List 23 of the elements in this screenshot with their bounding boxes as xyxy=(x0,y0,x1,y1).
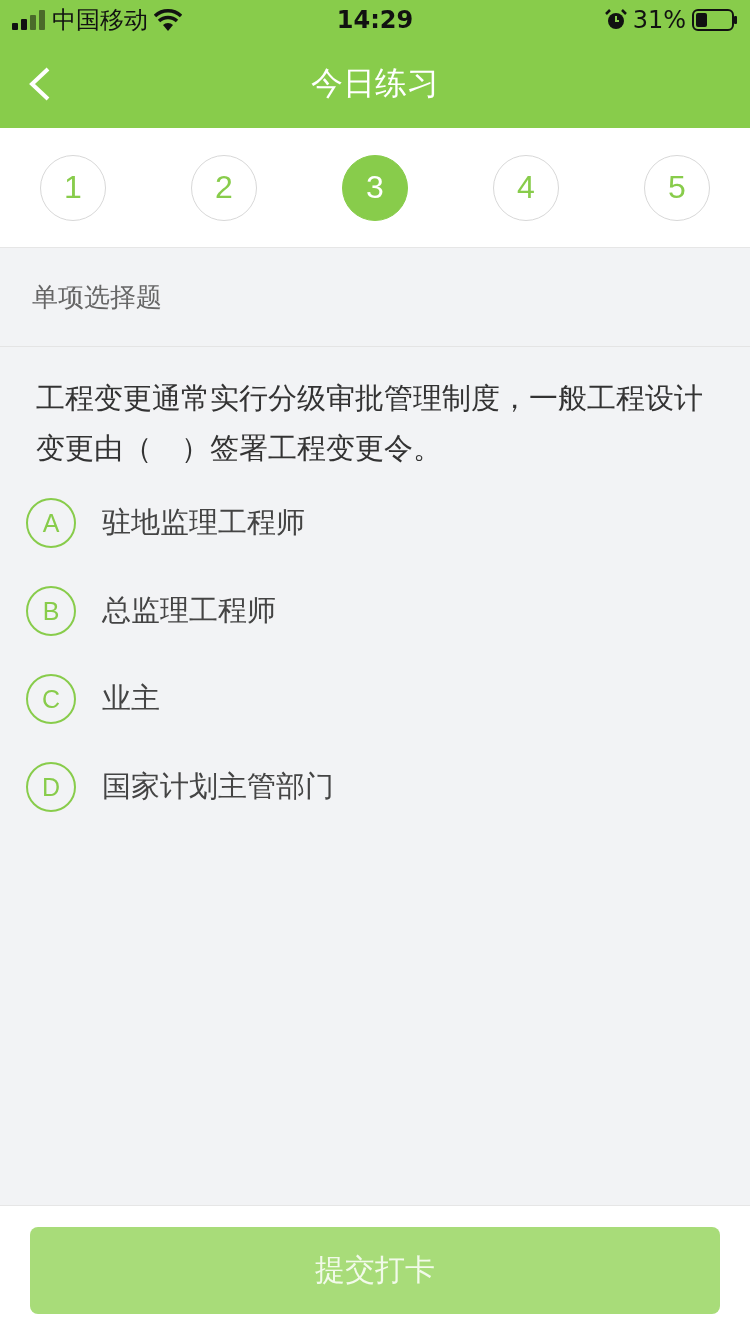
option-letter[interactable]: C xyxy=(26,674,76,724)
option-letter[interactable]: D xyxy=(26,762,76,812)
option-letter[interactable]: A xyxy=(26,498,76,548)
carrier-name: 中国移动 xyxy=(52,5,148,36)
option-text[interactable]: 总监理工程师 xyxy=(102,591,276,631)
option-text[interactable]: 国家计划主管部门 xyxy=(102,767,334,807)
question-number-tab[interactable]: 5 xyxy=(644,154,710,221)
option-letter[interactable]: B xyxy=(26,586,76,636)
battery-percent: 31% xyxy=(632,6,686,34)
option-text[interactable]: 业主 xyxy=(102,679,160,719)
wifi-icon xyxy=(154,9,182,31)
question-number-tab[interactable]: 2 xyxy=(191,154,257,221)
alarm-icon xyxy=(604,9,627,31)
question-number-tab[interactable]: 4 xyxy=(493,154,559,221)
clock-time: 14:29 xyxy=(336,6,414,34)
question-text: 工程变更通常实行分级审批管理制度，一般工程设计变更由（ ）签署工程变更令。 xyxy=(35,380,704,467)
battery-icon xyxy=(692,9,738,31)
question-number-tab[interactable]: 3 xyxy=(342,154,408,221)
page-title: 今日练习 xyxy=(311,63,439,104)
question-type-label: 单项选择题 xyxy=(0,248,750,347)
signal-icon xyxy=(12,10,46,30)
option-text[interactable]: 驻地监理工程师 xyxy=(102,503,305,543)
question-number-tab[interactable]: 1 xyxy=(40,154,106,221)
